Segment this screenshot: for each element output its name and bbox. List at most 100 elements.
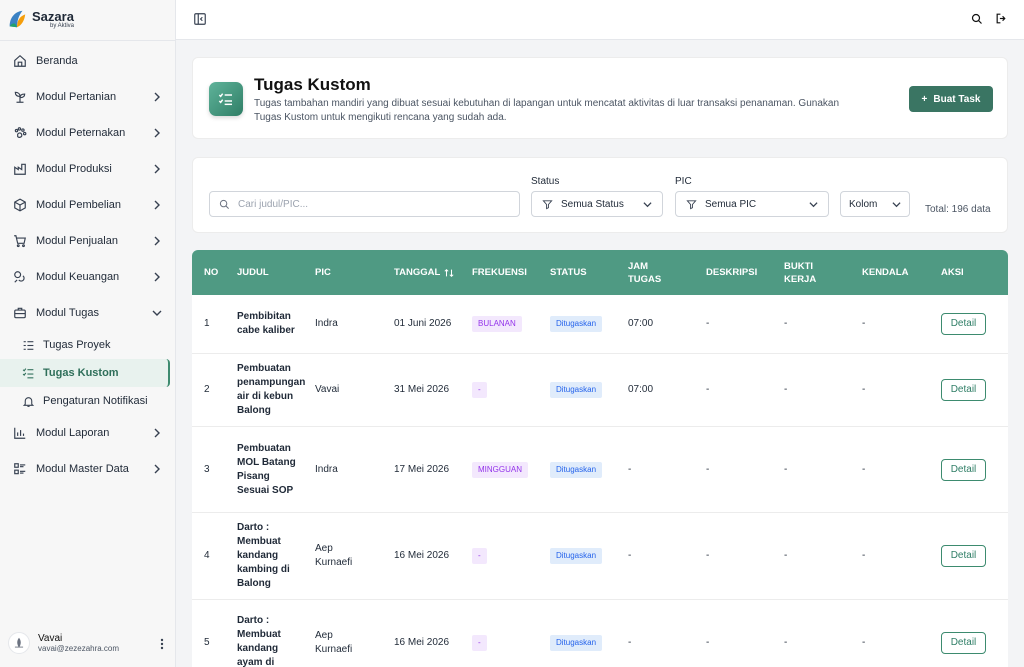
sidebar-item-label: Modul Penjualan	[36, 235, 118, 247]
chevron-right-icon	[154, 164, 160, 174]
cell-deskripsi: -	[706, 318, 710, 329]
factory-icon	[12, 161, 28, 177]
detail-button[interactable]: Detail	[941, 313, 986, 335]
cell-pic: Vavai	[315, 384, 340, 395]
cell-jam: 07:00	[628, 384, 654, 395]
database-list-icon	[12, 461, 28, 477]
sidebar-item-produksi[interactable]: Modul Produksi	[0, 151, 176, 187]
col-header-tanggal-label: TANGGAL	[394, 267, 441, 278]
sidebar-item-tugas[interactable]: Modul Tugas	[0, 295, 176, 331]
plus-icon: +	[921, 93, 928, 105]
sidebar-toggle-icon[interactable]	[193, 12, 207, 26]
paw-icon	[12, 125, 28, 141]
chevron-right-icon	[154, 92, 160, 102]
col-header-tanggal[interactable]: TANGGAL	[394, 250, 454, 295]
tasks-table: NO JUDUL PIC TANGGAL FREKUENSI STATUS JA…	[192, 250, 1008, 667]
sidebar-item-label: Modul Peternakan	[36, 127, 126, 139]
pic-filter-label: PIC	[675, 176, 692, 187]
cell-deskripsi: -	[706, 550, 710, 561]
cell-bukti: -	[784, 384, 788, 395]
cell-no: 5	[204, 636, 210, 648]
sidebar-nav: Beranda Modul Pertanian Modul Peternakan…	[0, 43, 176, 487]
chevron-right-icon	[154, 272, 160, 282]
cell-jam: -	[628, 550, 632, 561]
cell-pic: Aep Kurnaefi	[315, 543, 353, 568]
col-header-deskripsi: DESKRIPSI	[706, 267, 758, 278]
columns-select-value: Kolom	[849, 198, 878, 210]
sidebar-subitem-pengaturan-notifikasi[interactable]: Pengaturan Notifikasi	[0, 387, 176, 415]
page-description: Tugas tambahan mandiri yang dibuat sesua…	[254, 98, 839, 123]
sidebar-item-pembelian[interactable]: Modul Pembelian	[0, 187, 176, 223]
sidebar-item-peternakan[interactable]: Modul Peternakan	[0, 115, 176, 151]
chevron-right-icon	[154, 428, 160, 438]
col-header-aksi: AKSI	[941, 267, 964, 278]
frequency-badge: -	[472, 634, 487, 651]
cell-tanggal: 16 Mei 2026	[394, 550, 450, 561]
briefcase-icon	[12, 305, 28, 321]
detail-button[interactable]: Detail	[941, 545, 986, 567]
page-title: Tugas Kustom	[254, 75, 371, 94]
col-header-frekuensi: FREKUENSI	[472, 267, 527, 278]
cell-kendala: -	[862, 318, 866, 329]
sidebar-item-keuangan[interactable]: Modul Keuangan	[0, 259, 176, 295]
cell-kendala: -	[862, 550, 866, 561]
search-icon[interactable]	[971, 13, 983, 25]
create-task-button[interactable]: + Buat Task	[909, 86, 993, 112]
home-icon	[12, 53, 28, 69]
pic-select[interactable]: Semua PIC	[675, 191, 829, 217]
sidebar-item-pertanian[interactable]: Modul Pertanian	[0, 79, 176, 115]
detail-button[interactable]: Detail	[941, 631, 986, 654]
cell-deskripsi: -	[706, 636, 710, 648]
sidebar-item-penjualan[interactable]: Modul Penjualan	[0, 223, 176, 259]
cell-no: 3	[204, 463, 210, 475]
logout-icon[interactable]	[995, 12, 1008, 25]
sidebar-item-master-data[interactable]: Modul Master Data	[0, 451, 176, 487]
sidebar-subitem-label: Tugas Kustom	[43, 367, 119, 379]
user-profile[interactable]: Vavai vavai@zezezahra.com	[8, 632, 168, 654]
columns-select[interactable]: Kolom	[840, 191, 910, 217]
sidebar-subitem-tugas-proyek[interactable]: Tugas Proyek	[0, 331, 176, 359]
frequency-badge: BULANAN	[472, 316, 522, 332]
sidebar-item-label: Modul Pertanian	[36, 91, 117, 103]
table-row: 4 Darto : Membuat kandang kambing di Bal…	[192, 513, 1008, 600]
create-task-label: Buat Task	[933, 93, 981, 105]
sidebar-item-beranda[interactable]: Beranda	[0, 43, 176, 79]
cell-no: 2	[204, 384, 210, 395]
table-header: NO JUDUL PIC TANGGAL FREKUENSI STATUS JA…	[192, 250, 1008, 295]
total-count: Total: 196 data	[925, 204, 991, 215]
status-badge: Ditugaskan	[550, 461, 603, 478]
chevron-right-icon	[154, 200, 160, 210]
app-logo[interactable]: Sazara by Aktiva	[6, 8, 74, 30]
sort-icon	[444, 268, 454, 277]
detail-button[interactable]: Detail	[941, 458, 986, 481]
chevron-down-icon	[892, 201, 901, 207]
cell-jam: -	[628, 463, 632, 475]
cell-tanggal: 31 Mei 2026	[394, 384, 450, 395]
logo-title: Sazara	[32, 8, 74, 24]
detail-button[interactable]: Detail	[941, 379, 986, 401]
cell-kendala: -	[862, 384, 866, 395]
cell-bukti: -	[784, 463, 788, 475]
search-field[interactable]	[209, 191, 520, 217]
more-vertical-icon[interactable]	[160, 638, 164, 653]
bell-icon	[20, 393, 36, 409]
sidebar: Sazara by Aktiva Beranda Modul Pertanian…	[0, 0, 176, 667]
status-badge: Ditugaskan	[550, 382, 603, 398]
status-badge: Ditugaskan	[550, 316, 603, 332]
status-badge: Ditugaskan	[550, 634, 603, 651]
logo-leaf-icon	[9, 10, 26, 28]
status-badge: Ditugaskan	[550, 548, 603, 564]
col-header-bukti-kerja: BUKTI KERJA	[784, 260, 817, 285]
cell-pic: Aep Kurnaefi	[315, 629, 353, 655]
sidebar-subitem-tugas-kustom[interactable]: Tugas Kustom	[0, 359, 170, 387]
chevron-right-icon	[154, 464, 160, 474]
cell-tanggal: 17 Mei 2026	[394, 463, 450, 475]
cell-jam: 07:00	[628, 318, 654, 329]
user-email: vavai@zezezahra.com	[38, 644, 120, 653]
search-input[interactable]	[238, 198, 498, 210]
cell-jam: -	[628, 636, 632, 648]
sidebar-item-laporan[interactable]: Modul Laporan	[0, 415, 176, 451]
cell-judul: Pembuatan penampungan air di kebun Balon…	[237, 363, 306, 416]
sidebar-item-label: Modul Tugas	[36, 307, 99, 319]
status-select[interactable]: Semua Status	[531, 191, 663, 217]
